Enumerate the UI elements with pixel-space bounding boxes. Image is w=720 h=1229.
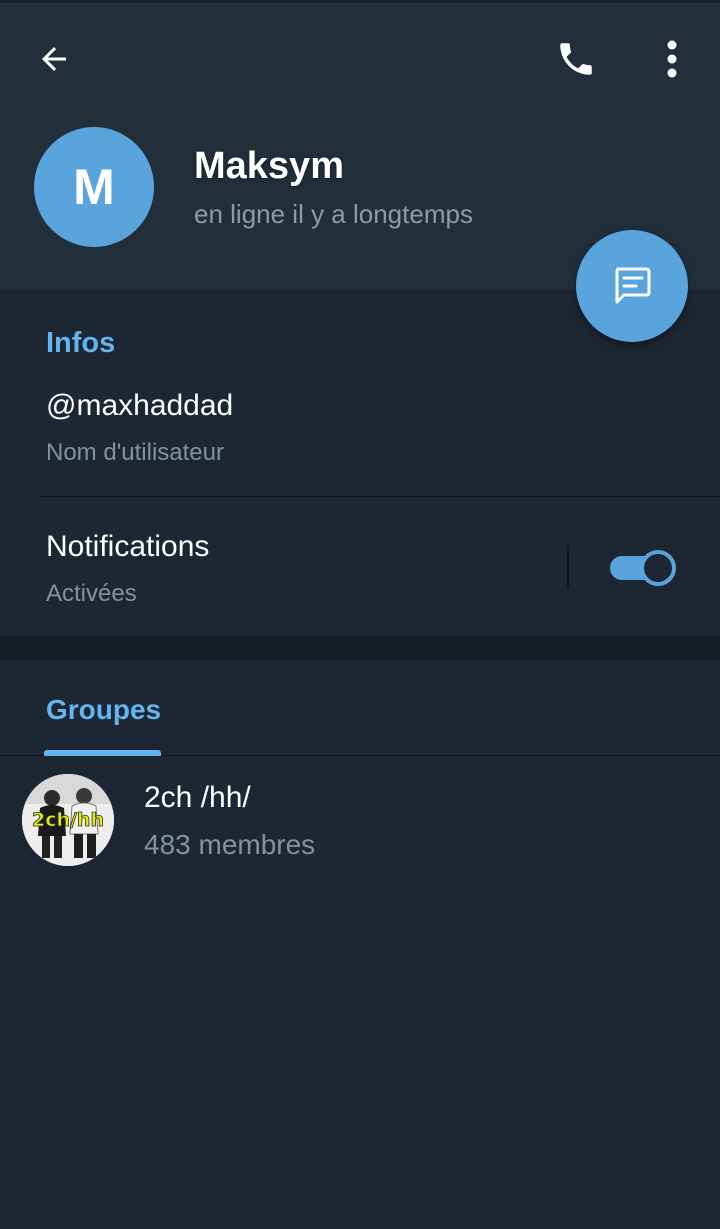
notifications-row[interactable]: Notifications Activées <box>0 497 720 636</box>
username-label: Nom d'utilisateur <box>46 439 224 466</box>
group-avatar: 2ch/hh <box>22 774 114 866</box>
group-name: 2ch /hh/ <box>144 781 251 814</box>
notifications-label: Notifications <box>46 530 210 563</box>
more-options-button[interactable] <box>648 29 696 89</box>
send-message-button[interactable] <box>576 230 688 342</box>
info-section: Infos @maxhaddad Nom d'utilisateur Notif… <box>0 289 720 636</box>
toggle-knob <box>640 550 676 586</box>
phone-icon <box>560 43 592 75</box>
list-item[interactable]: 2ch/hh 2ch /hh/ 483 membres <box>0 757 720 877</box>
notifications-toggle[interactable] <box>610 550 678 586</box>
section-gap <box>0 636 720 660</box>
profile-screen: M Maksym en ligne il y a longtemps Infos… <box>0 0 720 1229</box>
tabs-bar: Groupes <box>0 660 720 756</box>
username-value[interactable]: @maxhaddad <box>46 389 233 423</box>
group-members-count: 483 membres <box>144 829 316 860</box>
notifications-status: Activées <box>46 580 137 607</box>
message-icon <box>615 267 651 304</box>
more-vertical-icon <box>667 40 677 78</box>
call-button[interactable] <box>544 29 608 89</box>
back-button[interactable] <box>22 29 86 89</box>
profile-status: en ligne il y a longtemps <box>194 199 473 229</box>
group-avatar-image: 2ch/hh <box>22 774 114 866</box>
profile-avatar[interactable]: M <box>34 127 154 247</box>
arrow-left-icon <box>42 47 66 71</box>
avatar-letter: M <box>73 159 115 215</box>
info-section-title: Infos <box>46 327 116 359</box>
tab-groups[interactable]: Groupes <box>44 660 161 756</box>
tab-groups-label: Groupes <box>46 694 162 725</box>
group-avatar-text: 2ch/hh <box>32 809 104 831</box>
tab-indicator <box>44 750 161 756</box>
profile-name: Maksym <box>194 145 344 187</box>
vertical-separator <box>567 545 569 589</box>
